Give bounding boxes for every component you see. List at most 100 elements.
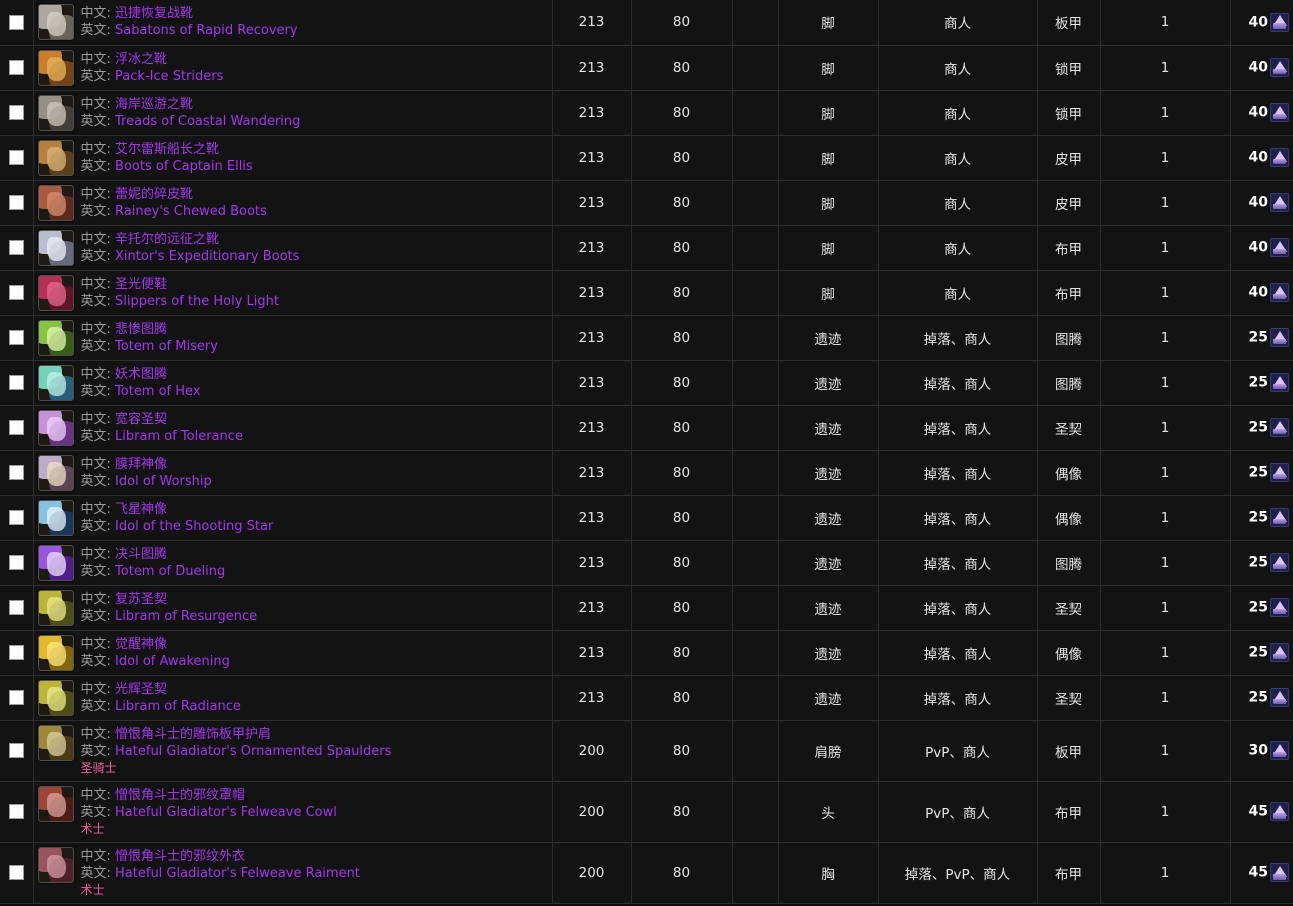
item-name-en[interactable]: Totem of Dueling <box>115 564 225 579</box>
row-checkbox[interactable] <box>8 804 24 820</box>
emblem-of-triumph-icon[interactable] <box>1270 12 1289 32</box>
row-select-cell[interactable] <box>0 360 34 406</box>
emblem-of-triumph-icon[interactable] <box>1270 508 1289 527</box>
emblem-of-triumph-icon[interactable] <box>1270 148 1289 167</box>
emblem-of-triumph-icon[interactable] <box>1270 418 1289 437</box>
libram-of-resurgence-icon[interactable] <box>37 589 74 626</box>
item-name-cn[interactable]: 蕾妮的碎皮靴 <box>115 187 193 202</box>
item-name-en[interactable]: Idol of Worship <box>115 474 212 489</box>
item-name-cn[interactable]: 飞星神像 <box>115 502 167 517</box>
idol-of-awakening-icon[interactable] <box>37 634 74 671</box>
item-name-en[interactable]: Pack-Ice Striders <box>115 69 223 84</box>
item-name-cn[interactable]: 宽容圣契 <box>115 412 167 427</box>
emblem-of-triumph-icon[interactable] <box>1270 688 1289 707</box>
row-checkbox[interactable] <box>8 555 24 570</box>
item-name-cn[interactable]: 海岸巡游之靴 <box>115 97 193 112</box>
row-select-cell[interactable] <box>0 45 34 91</box>
table-row[interactable]: 中文: 蕾妮的碎皮靴 英文: Rainey's Chewed Boots 213 80… <box>0 180 1293 226</box>
row-checkbox[interactable] <box>8 60 24 75</box>
emblem-of-triumph-icon[interactable] <box>1270 598 1289 617</box>
emblem-of-triumph-icon[interactable] <box>1270 328 1289 347</box>
item-name-cn[interactable]: 迅捷恢复战靴 <box>115 6 193 21</box>
row-select-cell[interactable] <box>0 842 34 904</box>
row-checkbox[interactable] <box>8 865 24 881</box>
item-name-en[interactable]: Slippers of the Holy Light <box>115 294 279 309</box>
row-select-cell[interactable] <box>0 450 34 496</box>
table-row[interactable]: 中文: 憎恨角斗士的雕饰板甲护肩 英文: Hateful Gladiator's … <box>0 720 1293 782</box>
libram-of-radiance-icon[interactable] <box>37 679 74 716</box>
row-select-cell[interactable] <box>0 781 34 843</box>
row-select-cell[interactable] <box>0 0 34 46</box>
row-checkbox[interactable] <box>8 195 24 210</box>
item-name-en[interactable]: Boots of Captain Ellis <box>115 159 253 174</box>
item-name-cn[interactable]: 辛托尔的远征之靴 <box>115 232 219 247</box>
row-select-cell[interactable] <box>0 585 34 631</box>
table-row[interactable]: 中文: 海岸巡游之靴 英文: Treads of Coastal Wanderin… <box>0 90 1293 136</box>
row-select-cell[interactable] <box>0 630 34 676</box>
item-name-en[interactable]: Hateful Gladiator's Felweave Raiment <box>115 866 360 881</box>
table-row[interactable]: 中文: 宽容圣契 英文: Libram of Tolerance 213 80 遗迹 掉落… <box>0 405 1293 451</box>
sabatons-icon[interactable] <box>37 4 74 41</box>
table-row[interactable]: 中文: 艾尔雷斯船长之靴 英文: Boots of Captain Ellis 21… <box>0 135 1293 181</box>
row-select-cell[interactable] <box>0 180 34 226</box>
item-name-cn[interactable]: 膜拜神像 <box>115 457 167 472</box>
boots-captain-ellis-icon[interactable] <box>37 139 74 176</box>
table-row[interactable]: 中文: 膜拜神像 英文: Idol of Worship 213 80 遗迹 掉落、商人偶… <box>0 450 1293 496</box>
item-name-cn[interactable]: 悲惨图腾 <box>115 322 167 337</box>
totem-of-misery-icon[interactable] <box>37 319 74 356</box>
row-checkbox[interactable] <box>8 375 24 390</box>
raineys-chewed-boots-icon[interactable] <box>37 184 74 221</box>
emblem-of-triumph-icon[interactable] <box>1270 193 1289 212</box>
libram-of-tolerance-icon[interactable] <box>37 409 74 446</box>
item-name-en[interactable]: Idol of Awakening <box>115 654 230 669</box>
table-row[interactable]: 中文: 憎恨角斗士的邪纹罩帽 英文: Hateful Gladiator's Fe… <box>0 781 1293 843</box>
item-name-en[interactable]: Libram of Tolerance <box>115 429 243 444</box>
emblem-of-triumph-icon[interactable] <box>1270 373 1289 392</box>
row-select-cell[interactable] <box>0 675 34 721</box>
treads-coastal-icon[interactable] <box>37 94 74 131</box>
item-name-en[interactable]: Idol of the Shooting Star <box>115 519 273 534</box>
row-checkbox[interactable] <box>8 285 24 300</box>
item-name-en[interactable]: Hateful Gladiator's Ornamented Spaulders <box>115 744 391 759</box>
item-name-en[interactable]: Libram of Resurgence <box>115 609 257 624</box>
row-select-cell[interactable] <box>0 495 34 541</box>
item-name-cn[interactable]: 光辉圣契 <box>115 682 167 697</box>
totem-of-hex-icon[interactable] <box>37 364 74 401</box>
item-name-en[interactable]: Hateful Gladiator's Felweave Cowl <box>115 805 337 820</box>
row-checkbox[interactable] <box>8 510 24 525</box>
item-name-en[interactable]: Totem of Misery <box>115 339 218 354</box>
emblem-of-triumph-icon[interactable] <box>1270 802 1289 822</box>
table-row[interactable]: 中文: 光辉圣契 英文: Libram of Radiance 213 80 遗迹 掉落、… <box>0 675 1293 721</box>
row-checkbox[interactable] <box>8 14 24 30</box>
pack-ice-striders-icon[interactable] <box>37 49 74 86</box>
item-name-cn[interactable]: 觉醒神像 <box>115 637 167 652</box>
row-select-cell[interactable] <box>0 225 34 271</box>
row-checkbox[interactable] <box>8 600 24 615</box>
item-name-cn[interactable]: 复苏圣契 <box>115 592 167 607</box>
item-name-cn[interactable]: 决斗图腾 <box>115 547 167 562</box>
row-checkbox[interactable] <box>8 465 24 480</box>
row-checkbox[interactable] <box>8 105 24 120</box>
table-row[interactable]: 中文: 迅捷恢复战靴 英文: Sabatons of Rapid Recovery… <box>0 0 1293 46</box>
emblem-of-triumph-icon[interactable] <box>1270 553 1289 572</box>
item-name-cn[interactable]: 妖术图腾 <box>115 367 167 382</box>
row-select-cell[interactable] <box>0 315 34 361</box>
row-checkbox[interactable] <box>8 645 24 660</box>
row-checkbox[interactable] <box>8 690 24 705</box>
table-row[interactable]: 中文: 浮冰之靴 英文: Pack-Ice Striders 213 80 脚商人 锁甲 1… <box>0 45 1293 91</box>
row-checkbox[interactable] <box>8 420 24 435</box>
table-row[interactable]: 中文: 觉醒神像 英文: Idol of Awakening 213 80 遗迹 掉落、商… <box>0 630 1293 676</box>
row-select-cell[interactable] <box>0 720 34 782</box>
table-row[interactable]: 中文: 妖术图腾 英文: Totem of Hex 213 80 遗迹 掉落、商人 图腾 1 2… <box>0 360 1293 406</box>
item-name-en[interactable]: Sabatons of Rapid Recovery <box>115 23 298 38</box>
totem-of-dueling-icon[interactable] <box>37 544 74 581</box>
table-row[interactable]: 中文: 决斗图腾 英文: Totem of Dueling 213 80 遗迹 掉落、商人… <box>0 540 1293 586</box>
emblem-of-triumph-icon[interactable] <box>1270 741 1289 761</box>
row-checkbox[interactable] <box>8 330 24 345</box>
emblem-of-triumph-icon[interactable] <box>1270 238 1289 257</box>
row-checkbox[interactable] <box>8 240 24 255</box>
table-row[interactable]: 中文: 圣光便鞋 英文: Slippers of the Holy Light 21… <box>0 270 1293 316</box>
xintors-expeditionary-boots-icon[interactable] <box>37 229 74 266</box>
hateful-felweave-cowl-icon[interactable] <box>37 785 74 822</box>
item-name-en[interactable]: Totem of Hex <box>115 384 200 399</box>
